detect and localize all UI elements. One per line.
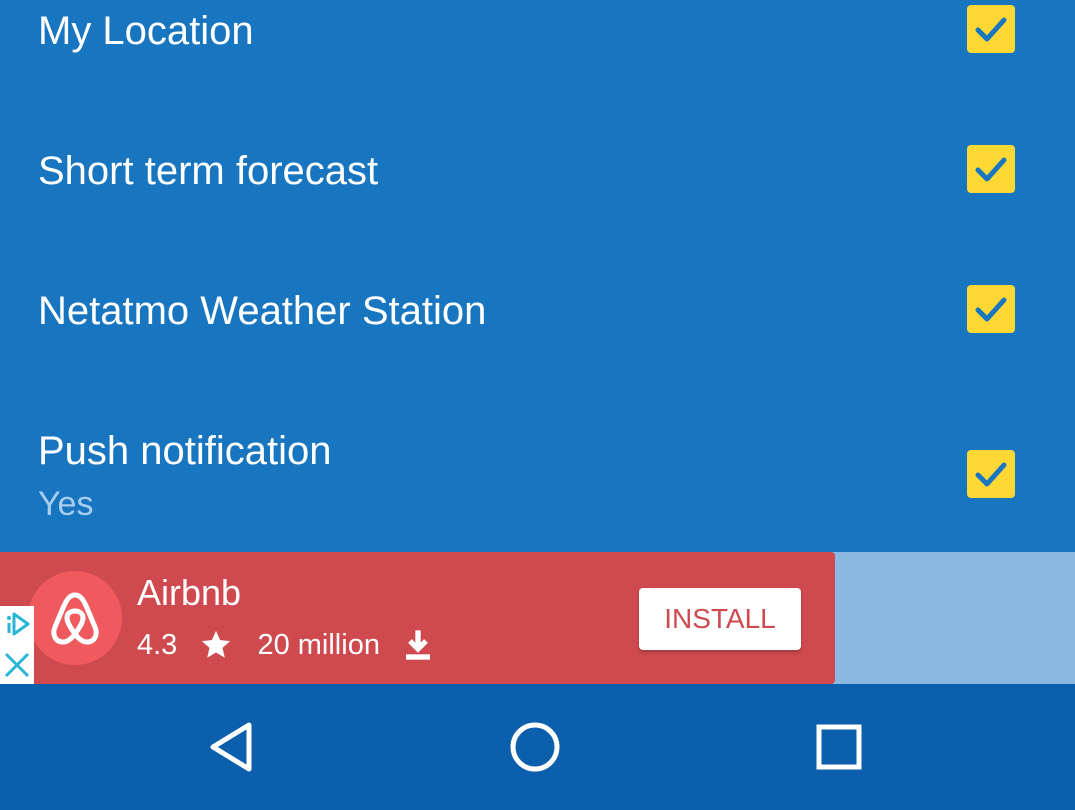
setting-summary: Yes [38,485,94,523]
setting-my-location[interactable]: My Location [0,0,1075,70]
check-icon [975,17,1007,42]
short-term-forecast-checkbox[interactable] [967,145,1015,193]
check-icon [975,297,1007,322]
ad-card[interactable]: Airbnb 4.3 20 million INSTALL [0,552,835,684]
ad-banner[interactable]: Airbnb 4.3 20 million INSTALL [0,552,1075,684]
star-icon [202,631,231,659]
navigation-bar [0,684,1075,810]
airbnb-logo-icon [28,571,122,665]
adchoices-icon[interactable] [0,606,34,644]
netatmo-weather-station-checkbox[interactable] [967,285,1015,333]
setting-short-term-forecast[interactable]: Short term forecast [0,120,1075,220]
check-icon [975,157,1007,182]
close-icon[interactable] [0,646,34,684]
setting-netatmo-weather-station[interactable]: Netatmo Weather Station [0,260,1075,360]
check-icon [975,462,1007,487]
ad-downloads: 20 million [257,629,380,662]
push-notification-checkbox[interactable] [967,450,1015,498]
setting-label: My Location [38,9,254,53]
my-location-checkbox[interactable] [967,5,1015,53]
install-button[interactable]: INSTALL [639,588,801,650]
ad-meta: 4.3 20 million [137,624,434,664]
ad-app-name: Airbnb [137,572,242,613]
setting-label: Short term forecast [38,149,379,193]
adchoices-panel[interactable] [0,606,34,684]
recents-icon[interactable] [811,719,867,775]
download-icon [406,630,431,661]
setting-label: Push notification [38,429,332,473]
setting-label: Netatmo Weather Station [38,289,487,333]
setting-push-notification[interactable]: Push notification Yes [0,400,1075,540]
back-icon[interactable] [205,719,261,775]
settings-list: My Location Short term forecast Netatmo … [0,0,1075,552]
ad-rating: 4.3 [137,629,178,662]
home-icon[interactable] [507,719,563,775]
